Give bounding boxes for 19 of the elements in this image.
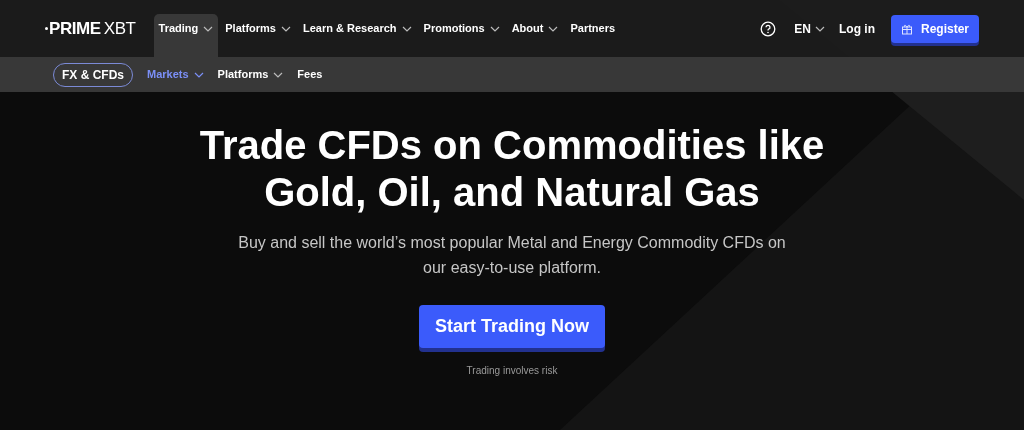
hero-title: Trade CFDs on Commodities like Gold, Oil, and Natural Gas [199, 122, 825, 216]
subnav-link[interactable]: Platforms [217, 66, 284, 83]
help-icon[interactable] [760, 20, 777, 37]
subnav-link[interactable]: Markets [147, 66, 204, 83]
subnav-link[interactable]: Fees [297, 66, 323, 83]
nav-tab[interactable]: Trading [153, 14, 219, 57]
nav-tab[interactable]: About [506, 14, 564, 57]
nav-tab[interactable]: Learn & Research [298, 14, 417, 57]
nav-tab[interactable]: Platforms [220, 14, 296, 57]
login-link[interactable]: Log in [838, 19, 875, 38]
language-selector[interactable]: EN [794, 19, 825, 38]
risk-disclaimer: Trading involves risk [466, 364, 558, 378]
gift-icon [900, 22, 913, 35]
register-button[interactable]: Register [890, 14, 979, 43]
logo[interactable]: PRIME XBT [45, 15, 136, 42]
nav-tab[interactable]: Partners [565, 14, 621, 57]
hero-subtitle: Buy and sell the world’s most popular Metal and Energy Commodity CFDs on our easy-to-use platform. [238, 233, 786, 278]
caret-icon [814, 25, 825, 32]
nav-tab[interactable]: Promotions [418, 14, 505, 57]
